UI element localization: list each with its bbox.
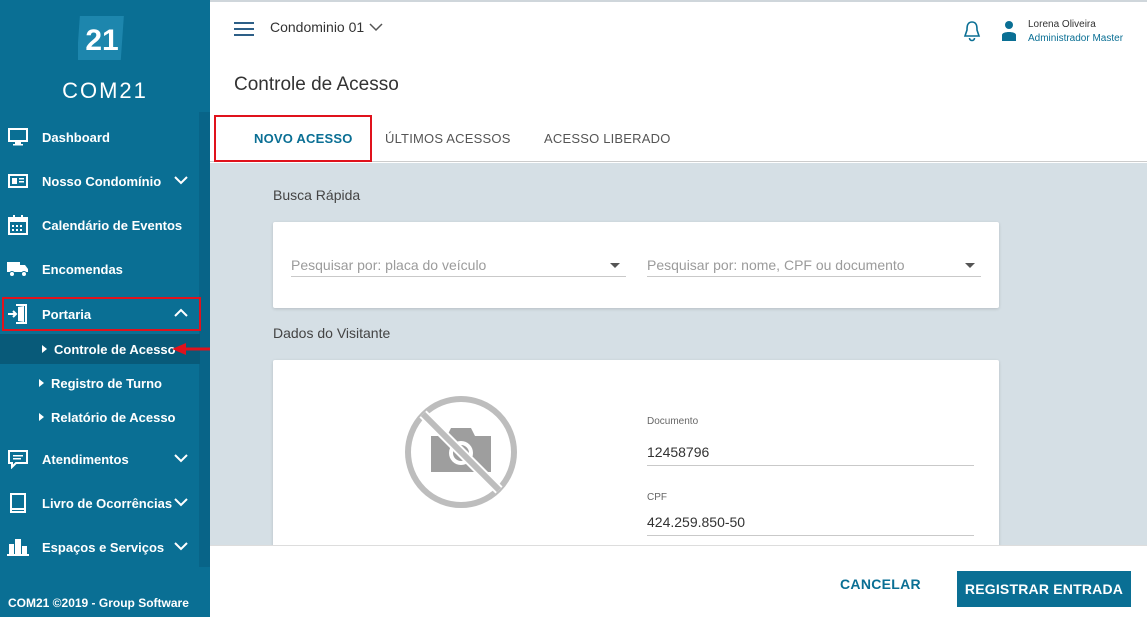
bell-icon[interactable] bbox=[962, 20, 982, 42]
sidebar-item-label: Calendário de Eventos bbox=[42, 217, 183, 233]
tab-acesso-liberado[interactable]: ACESSO LIBERADO bbox=[544, 114, 671, 162]
user-icon[interactable] bbox=[1001, 20, 1017, 42]
sidebar-item-label: Encomendas bbox=[42, 261, 123, 277]
chevron-down-icon bbox=[369, 23, 383, 32]
no-photo-icon[interactable] bbox=[403, 394, 519, 510]
documento-field[interactable]: 12458796 bbox=[647, 444, 974, 466]
sidebar: 21 COM21 Dashboard Nosso Condomínio Cale… bbox=[0, 0, 210, 617]
action-bar: CANCELAR REGISTRAR ENTRADA bbox=[210, 545, 1147, 617]
caret-right-icon bbox=[39, 379, 44, 387]
sidebar-subitem-label: Controle de Acesso bbox=[54, 341, 176, 357]
chevron-down-icon bbox=[174, 495, 188, 509]
register-entry-button[interactable]: REGISTRAR ENTRADA bbox=[957, 571, 1131, 607]
condo-selector[interactable]: Condominio 01 bbox=[270, 19, 383, 35]
sidebar-footer: COM21 ©2019 - Group Software bbox=[8, 596, 189, 610]
dados-visitante-title: Dados do Visitante bbox=[273, 325, 391, 341]
tab-highlight-box bbox=[214, 115, 372, 162]
sidebar-item-label: Espaços e Serviços bbox=[42, 539, 165, 555]
sidebar-item-label: Nosso Condomínio bbox=[42, 173, 162, 189]
logo-icon: 21 bbox=[76, 14, 126, 62]
condo-name: Condominio 01 bbox=[270, 19, 365, 35]
sidebar-item-dashboard[interactable]: Dashboard bbox=[0, 119, 200, 155]
documento-label: Documento bbox=[647, 416, 699, 427]
nome-search-select[interactable]: Pesquisar por: nome, CPF ou documento bbox=[647, 253, 981, 277]
portaria-highlight-box bbox=[2, 297, 201, 331]
sidebar-item-encomendas[interactable]: Encomendas bbox=[0, 251, 200, 287]
sidebar-item-calendario[interactable]: Calendário de Eventos bbox=[0, 207, 200, 243]
sidebar-scrollbar[interactable] bbox=[199, 112, 210, 567]
placa-search-placeholder: Pesquisar por: placa do veículo bbox=[291, 256, 487, 273]
sidebar-subitem-relatorio-de-acesso[interactable]: Relatório de Acesso bbox=[0, 402, 200, 432]
building-card-icon bbox=[7, 171, 29, 191]
caret-right-icon bbox=[39, 413, 44, 421]
calendar-icon bbox=[7, 215, 29, 235]
sidebar-item-livro-de-ocorrencias[interactable]: Livro de Ocorrências bbox=[0, 485, 200, 521]
chevron-down-icon bbox=[174, 451, 188, 465]
topbar: Condominio 01 Lorena Oliveira Administra… bbox=[210, 0, 1147, 56]
page-title: Controle de Acesso bbox=[234, 74, 399, 95]
nome-search-placeholder: Pesquisar por: nome, CPF ou documento bbox=[647, 256, 905, 273]
city-icon bbox=[7, 537, 29, 557]
sidebar-subitem-label: Relatório de Acesso bbox=[51, 409, 176, 425]
sidebar-item-espacos-e-servicos[interactable]: Espaços e Serviços bbox=[0, 529, 200, 565]
sidebar-item-label: Atendimentos bbox=[42, 451, 129, 467]
book-icon bbox=[7, 493, 29, 513]
monitor-icon bbox=[7, 127, 29, 147]
sidebar-subitem-label: Registro de Turno bbox=[51, 375, 162, 391]
busca-rapida-title: Busca Rápida bbox=[273, 187, 361, 203]
user-name: Lorena Oliveira bbox=[1028, 19, 1096, 30]
sidebar-item-label: Livro de Ocorrências bbox=[42, 495, 173, 511]
placa-search-select[interactable]: Pesquisar por: placa do veículo bbox=[291, 253, 626, 277]
sidebar-item-nosso-condominio[interactable]: Nosso Condomínio bbox=[0, 163, 200, 199]
chat-icon bbox=[7, 449, 29, 469]
sidebar-item-atendimentos[interactable]: Atendimentos bbox=[0, 441, 200, 477]
visitante-card: Documento 12458796 CPF 424.259.850-50 bbox=[273, 360, 999, 545]
tab-ultimos-acessos[interactable]: ÚLTIMOS ACESSOS bbox=[385, 114, 511, 162]
dropdown-arrow-icon bbox=[610, 263, 620, 268]
sidebar-subitem-registro-de-turno[interactable]: Registro de Turno bbox=[0, 368, 200, 398]
cpf-label: CPF bbox=[647, 492, 667, 503]
cpf-field[interactable]: 424.259.850-50 bbox=[647, 514, 974, 536]
dropdown-arrow-icon bbox=[965, 263, 975, 268]
chevron-down-icon bbox=[174, 173, 188, 187]
caret-right-icon bbox=[42, 345, 47, 353]
busca-card: Pesquisar por: placa do veículo Pesquisa… bbox=[273, 222, 999, 308]
user-role: Administrador Master bbox=[1028, 33, 1124, 44]
cancel-button[interactable]: CANCELAR bbox=[840, 576, 921, 592]
menu-icon[interactable] bbox=[234, 22, 254, 36]
svg-text:21: 21 bbox=[85, 24, 118, 57]
sidebar-item-label: Dashboard bbox=[42, 129, 110, 145]
main-content: Busca Rápida Pesquisar por: placa do veí… bbox=[210, 163, 1147, 545]
brand-name: COM21 bbox=[62, 78, 148, 103]
chevron-down-icon bbox=[174, 539, 188, 553]
truck-icon bbox=[7, 259, 29, 279]
